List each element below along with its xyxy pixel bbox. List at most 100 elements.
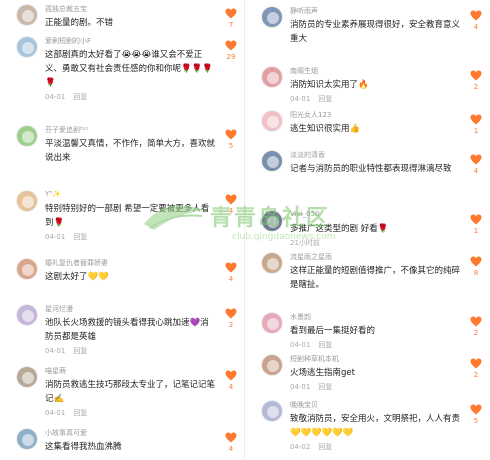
avatar[interactable]: [261, 66, 283, 88]
avatar[interactable]: [16, 258, 38, 280]
comment-text: 逃生知识很实用👍: [290, 124, 361, 134]
avatar[interactable]: [261, 210, 283, 232]
like-count: 1: [473, 227, 479, 235]
reply-button[interactable]: 回复: [318, 383, 332, 391]
like-button[interactable]: 4: [223, 370, 239, 391]
avatar[interactable]: [16, 190, 38, 212]
comment-username[interactable]: 阳光女人123: [290, 110, 331, 120]
heart-icon: [470, 154, 482, 165]
like-count: 7: [228, 21, 234, 29]
comment-text: 消防员的专业素养展现得很好，安全教育意义重大: [290, 20, 461, 44]
like-button[interactable]: 4: [223, 194, 239, 215]
comment-date: 04-01: [45, 347, 66, 355]
comment-date: 21小时前: [290, 239, 320, 247]
comment-username[interactable]: 短剧种草机本机: [290, 354, 339, 364]
comment-text: 多推广这类型的剧 好看🌹: [290, 224, 389, 234]
comment-username[interactable]: 喵星萌: [45, 366, 66, 376]
avatar-face-icon: [22, 10, 34, 22]
avatar[interactable]: [16, 4, 38, 26]
comment-date: 04-01: [290, 341, 311, 349]
like-count: 4: [473, 23, 479, 31]
avatar[interactable]: [16, 366, 38, 388]
comment-username[interactable]: 南阁生烟: [290, 66, 318, 76]
avatar-face-icon: [22, 42, 34, 54]
comment-username[interactable]: Vivi_050: [290, 210, 320, 218]
comment-username[interactable]: 孤独总裁五宝: [45, 4, 87, 14]
like-count: 2: [473, 329, 479, 337]
reply-button[interactable]: 回复: [73, 233, 87, 241]
reply-button[interactable]: 回复: [318, 443, 332, 451]
comment-meta: 04-01 回复: [45, 232, 87, 242]
comment-username[interactable]: 芬子爱追剧⁸¹¹: [45, 125, 88, 135]
like-button[interactable]: 7: [223, 8, 239, 29]
avatar[interactable]: [261, 312, 283, 334]
like-button[interactable]: 2: [468, 316, 484, 337]
avatar[interactable]: [261, 110, 283, 132]
avatar[interactable]: [16, 36, 38, 58]
reply-button[interactable]: 回复: [318, 95, 332, 103]
heart-icon: [225, 8, 237, 19]
reply-button[interactable]: 回复: [318, 341, 332, 349]
heart-icon: [470, 10, 482, 21]
comment-meta: 04-01 回复: [45, 346, 87, 356]
comment-date: 04-01: [45, 233, 66, 241]
avatar-face-icon: [22, 264, 34, 276]
comment-meta: 04-01 回复: [45, 408, 87, 418]
like-button[interactable]: 4: [223, 262, 239, 283]
reply-button[interactable]: 回复: [73, 347, 87, 355]
comment-text: 消防知识太实用了🔥: [290, 80, 369, 90]
avatar[interactable]: [16, 304, 38, 326]
comment-username[interactable]: 星河烂漫: [45, 304, 73, 314]
avatar-face-icon: [22, 310, 34, 322]
avatar[interactable]: [261, 400, 283, 422]
like-button[interactable]: 1: [468, 214, 484, 235]
heart-icon: [470, 70, 482, 81]
like-button[interactable]: 29: [223, 40, 239, 61]
avatar[interactable]: [261, 354, 283, 376]
comment-meta: 04-01 回复: [290, 340, 332, 350]
like-count: 1: [473, 127, 479, 135]
avatar-face-icon: [267, 406, 279, 418]
avatar[interactable]: [16, 125, 38, 147]
like-count: 29: [226, 53, 236, 61]
avatar[interactable]: [261, 6, 283, 28]
like-button[interactable]: 2: [468, 70, 484, 91]
like-button[interactable]: 4: [223, 432, 239, 453]
like-count: 2: [473, 371, 479, 379]
comment-username[interactable]: 爱刷短剧的小F: [45, 36, 91, 46]
heart-icon: [470, 316, 482, 327]
comment-username[interactable]: 婚礼复仇者替罪娇妻: [45, 258, 108, 268]
comment-meta: 04-01 回复: [290, 382, 332, 392]
like-button[interactable]: 2: [468, 358, 484, 379]
like-button[interactable]: 5: [223, 129, 239, 150]
like-button[interactable]: 4: [468, 154, 484, 175]
like-button[interactable]: 4: [468, 10, 484, 31]
comment-text: 消防员救逃生技巧那段太专业了，记笔记记笔记✍️: [45, 380, 216, 404]
avatar[interactable]: [16, 428, 38, 450]
comment-text: 正能量的剧。不错: [45, 18, 114, 28]
avatar-face-icon: [267, 116, 279, 128]
like-button[interactable]: 5: [468, 404, 484, 425]
avatar[interactable]: [261, 252, 283, 274]
heart-icon: [225, 129, 237, 140]
comment-username[interactable]: 流星雨之星雨: [290, 252, 332, 262]
comment-username[interactable]: 小故事真可爱: [45, 428, 87, 438]
comment-text: 记者与消防员的职业特性都表现得淋漓尽致: [290, 164, 452, 174]
like-button[interactable]: 8: [468, 256, 484, 277]
heart-icon: [470, 114, 482, 125]
comment-username[interactable]: 水墨韵: [290, 312, 311, 322]
like-count: 8: [473, 269, 479, 277]
comment-date: 04-01: [45, 409, 66, 417]
comment-date: 04-01: [290, 383, 311, 391]
comment-username[interactable]: Y³✨: [45, 190, 61, 198]
comment-username[interactable]: 晚晚宝贝: [290, 400, 318, 410]
comment-meta: 04-01 回复: [45, 92, 87, 102]
reply-button[interactable]: 回复: [73, 93, 87, 101]
like-button[interactable]: 2: [223, 308, 239, 329]
like-button[interactable]: 1: [468, 114, 484, 135]
comment-text: 这集看得我热血沸腾: [45, 442, 122, 452]
comment-username[interactable]: 淡淡的清香: [290, 150, 325, 160]
comment-username[interactable]: 静听雨声: [290, 6, 318, 16]
reply-button[interactable]: 回复: [73, 409, 87, 417]
avatar[interactable]: [261, 150, 283, 172]
